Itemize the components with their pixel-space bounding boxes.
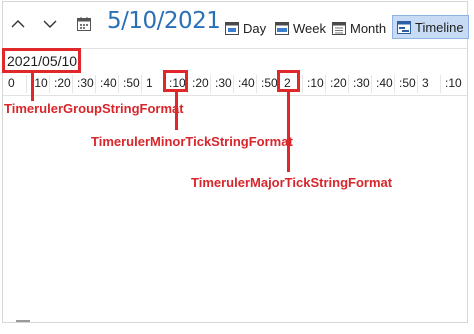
week-view-label: Week [293, 20, 326, 36]
tick-divider [118, 75, 119, 93]
tick-label: :50 [399, 76, 416, 90]
previous-button[interactable] [8, 14, 28, 34]
month-view-icon [332, 21, 346, 35]
minor-tick-format-callout: TimerulerMinorTickStringFormat [91, 134, 293, 149]
scheduler-toolbar: 5/10/2021 Day Week Month Timeline [3, 2, 469, 48]
tick-label: :10 [445, 76, 462, 90]
week-view-button[interactable]: Week [275, 17, 326, 39]
month-view-button[interactable]: Month [332, 17, 386, 39]
tick-divider [95, 75, 96, 93]
day-view-icon [225, 21, 239, 35]
major-tick-highlight [277, 70, 300, 92]
day-view-label: Day [243, 20, 267, 36]
timeline-view-button[interactable]: Timeline [392, 15, 469, 39]
chevron-up-icon [11, 20, 25, 28]
tick-divider [72, 75, 73, 93]
major-tick-connector [287, 92, 290, 172]
chevron-down-icon [43, 20, 57, 28]
minor-tick-highlight [163, 70, 188, 92]
tick-label: 0 [8, 76, 15, 90]
horizontal-scrollbar-thumb[interactable] [16, 320, 30, 322]
group-format-highlight [2, 48, 81, 73]
tick-divider [210, 75, 211, 93]
next-button[interactable] [40, 14, 60, 34]
tick-label: :30 [353, 76, 370, 90]
tick-label: :40 [100, 76, 117, 90]
tick-label: :30 [77, 76, 94, 90]
timeline-view-icon [397, 20, 411, 34]
calendar-icon [77, 17, 91, 31]
tick-divider [394, 75, 395, 93]
major-tick-format-callout: TimerulerMajorTickStringFormat [191, 175, 393, 190]
tick-label: :40 [376, 76, 393, 90]
tick-label: :20 [192, 76, 209, 90]
tick-label: 1 [146, 76, 153, 90]
day-view-button[interactable]: Day [225, 17, 266, 39]
tick-divider [233, 75, 234, 93]
current-date-label[interactable]: 5/10/2021 [107, 8, 221, 34]
timeline-view-label: Timeline [415, 19, 464, 35]
tick-label: :20 [54, 76, 71, 90]
tick-label: :50 [123, 76, 140, 90]
calendar-button[interactable] [76, 16, 92, 32]
tick-label: :10 [307, 76, 324, 90]
week-view-icon [275, 21, 289, 35]
tick-divider [417, 75, 418, 93]
tick-divider [325, 75, 326, 93]
tick-divider [26, 75, 27, 93]
tick-divider [256, 75, 257, 93]
tick-divider [49, 75, 50, 93]
timeruler-tick-row: 0 :10 :20 :30 :40 :50 1 :10 :20 :30 :40 … [3, 73, 467, 96]
tick-divider [371, 75, 372, 93]
month-view-label: Month [350, 20, 387, 36]
tick-divider [302, 75, 303, 93]
tick-label: :30 [215, 76, 232, 90]
tick-label: :20 [330, 76, 347, 90]
tick-label: :50 [261, 76, 278, 90]
tick-divider [348, 75, 349, 93]
tick-divider [141, 75, 142, 93]
group-format-connector [31, 73, 34, 101]
tick-label: 3 [422, 76, 429, 90]
group-format-callout: TimerulerGroupStringFormat [4, 101, 184, 116]
tick-divider [440, 75, 441, 93]
tick-label: :40 [238, 76, 255, 90]
